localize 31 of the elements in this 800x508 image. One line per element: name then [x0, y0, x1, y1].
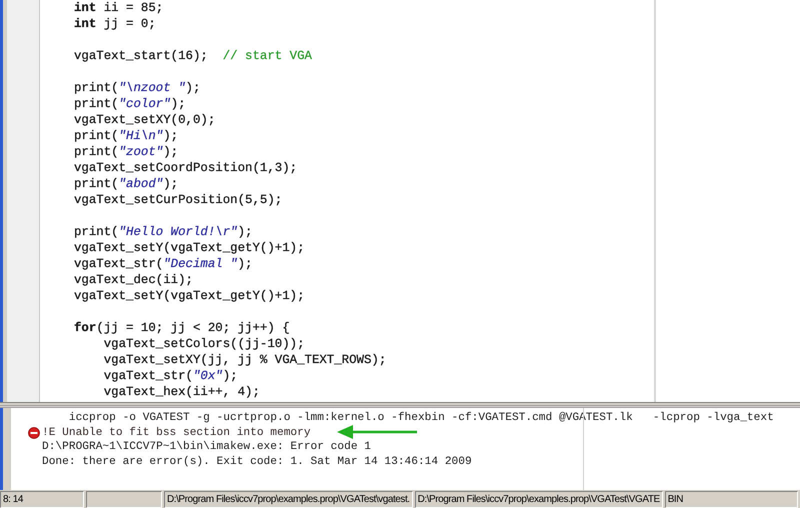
code-line: vgaText_setXY(0,0);: [74, 112, 216, 128]
error-message: !E Unable to fit bss section into memory: [42, 426, 311, 440]
code-line: print("Hello World!\r");: [74, 224, 252, 240]
code-line: vgaText_setY(vgaText_getY()+1);: [74, 240, 305, 256]
code-line: vgaText_str("0x");: [102, 368, 238, 384]
code-line: vgaText_dec(ii);: [74, 272, 193, 288]
file-path: D:\Program Files\iccv7prop\examples.prop\VGATest\vgatest.: [164, 491, 413, 508]
file-path: D:\Program Files\iccv7prop\examples.prop\VGATest\VGATE: [414, 491, 663, 508]
code-line: int ii = 85;: [74, 0, 164, 16]
code-line: print("\nzoot ");: [74, 80, 200, 96]
code-line: vgaText_start(16); // start VGA: [74, 48, 312, 64]
build-mode: BIN: [664, 491, 798, 508]
code-editor[interactable]: [40, 0, 800, 402]
code-line: vgaText_setXY(jj, jj % VGA_TEXT_ROWS);: [102, 352, 386, 368]
code-line: print("abod");: [74, 176, 178, 192]
code-line: vgaText_hex(ii++, 4);: [102, 384, 260, 400]
output-message: D:\PROGRA~1\ICCV7P~1\bin\imakew.exe: Error code 1: [42, 440, 371, 455]
cursor-position: 8: 14: [0, 491, 84, 508]
code-line: vgaText_str("Decimal ");: [74, 256, 252, 272]
build-command: iccprop -o VGATEST -g -ucrtprop.o -lmm:kernel.o -fhexbin -cf:VGATEST.cmd @VGATEST.lk -lcprop -lvga_text: [68, 411, 774, 426]
error-stop-icon: [28, 426, 40, 439]
code-line: vgaText_setColors((jj-10));: [102, 336, 305, 352]
code-line: for(jj = 10; jj < 20; jj++) {: [74, 320, 290, 336]
code-line: print("color");: [74, 96, 186, 112]
code-line: int jj = 0;: [74, 16, 156, 32]
code-line: vgaText_setY(vgaText_getY()+1);: [74, 288, 305, 304]
output-message: Done: there are error(s). Exit code: 1. Sat Mar 14 13:46:14 2009: [42, 454, 472, 470]
code-line: vgaText_setCurPosition(5,5);: [74, 192, 282, 208]
code-line: print("Hi\n");: [74, 128, 178, 144]
code-line: print("zoot");: [74, 144, 178, 160]
code-line: vgaText_setCoordPosition(1,3);: [74, 160, 298, 176]
